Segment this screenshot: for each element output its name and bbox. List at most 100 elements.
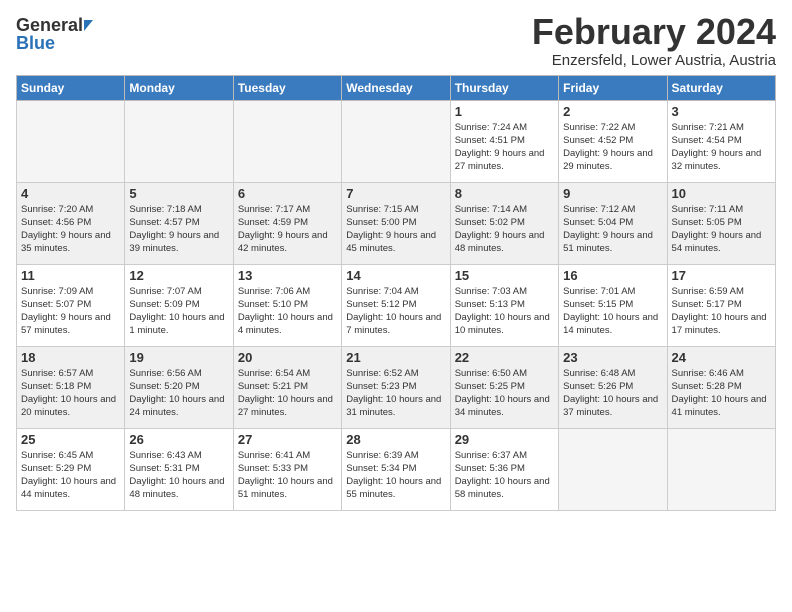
col-tuesday: Tuesday	[233, 75, 341, 100]
day-number: 20	[238, 350, 337, 365]
day-number: 24	[672, 350, 771, 365]
table-row: 3 Sunrise: 7:21 AM Sunset: 4:54 PM Daylig…	[667, 100, 775, 182]
table-row	[342, 100, 450, 182]
calendar-week-row: 4 Sunrise: 7:20 AM Sunset: 4:56 PM Daylig…	[17, 182, 776, 264]
day-number: 27	[238, 432, 337, 447]
title-location: Enzersfeld, Lower Austria, Austria	[532, 52, 776, 69]
table-row: 14 Sunrise: 7:04 AM Sunset: 5:12 PM Dayli…	[342, 264, 450, 346]
table-row: 9 Sunrise: 7:12 AM Sunset: 5:04 PM Daylig…	[559, 182, 667, 264]
table-row: 6 Sunrise: 7:17 AM Sunset: 4:59 PM Daylig…	[233, 182, 341, 264]
table-row: 28 Sunrise: 6:39 AM Sunset: 5:34 PM Dayli…	[342, 428, 450, 510]
table-row: 23Sunrise: 6:48 AM Sunset: 5:26 PM Dayli…	[559, 346, 667, 428]
day-detail: Sunrise: 6:37 AM Sunset: 5:36 PM Dayligh…	[455, 449, 554, 502]
day-number: 4	[21, 186, 120, 201]
table-row: 24 Sunrise: 6:46 AM Sunset: 5:28 PM Dayli…	[667, 346, 775, 428]
table-row: 10Sunrise: 7:11 AM Sunset: 5:05 PM Dayli…	[667, 182, 775, 264]
day-number: 12	[129, 268, 228, 283]
day-number: 11	[21, 268, 120, 283]
day-detail: Sunrise: 6:46 AM Sunset: 5:28 PM Dayligh…	[672, 367, 771, 420]
table-row: 26 Sunrise: 6:43 AM Sunset: 5:31 PM Dayli…	[125, 428, 233, 510]
day-number: 2	[563, 104, 662, 119]
day-number: 3	[672, 104, 771, 119]
calendar: Sunday Monday Tuesday Wednesday Thursday…	[16, 75, 776, 511]
day-detail: Sunrise: 6:43 AM Sunset: 5:31 PM Dayligh…	[129, 449, 228, 502]
table-row	[233, 100, 341, 182]
day-detail: Sunrise: 6:56 AM Sunset: 5:20 PM Dayligh…	[129, 367, 228, 420]
table-row: 19 Sunrise: 6:56 AM Sunset: 5:20 PM Dayli…	[125, 346, 233, 428]
day-detail: Sunrise: 7:15 AM Sunset: 5:00 PM Dayligh…	[346, 203, 445, 256]
day-detail: Sunrise: 6:45 AM Sunset: 5:29 PM Dayligh…	[21, 449, 120, 502]
logo-icon	[84, 20, 93, 31]
table-row: 27 Sunrise: 6:41 AM Sunset: 5:33 PM Dayli…	[233, 428, 341, 510]
day-number: 9	[563, 186, 662, 201]
day-detail: Sunrise: 7:12 AM Sunset: 5:04 PM Dayligh…	[563, 203, 662, 256]
table-row: 13Sunrise: 7:06 AM Sunset: 5:10 PM Dayli…	[233, 264, 341, 346]
table-row: 20Sunrise: 6:54 AM Sunset: 5:21 PM Dayli…	[233, 346, 341, 428]
day-number: 26	[129, 432, 228, 447]
day-number: 23	[563, 350, 662, 365]
calendar-week-row: 11Sunrise: 7:09 AM Sunset: 5:07 PM Dayli…	[17, 264, 776, 346]
table-row	[125, 100, 233, 182]
day-number: 21	[346, 350, 445, 365]
calendar-header-row: Sunday Monday Tuesday Wednesday Thursday…	[17, 75, 776, 100]
col-thursday: Thursday	[450, 75, 558, 100]
table-row: 22 Sunrise: 6:50 AM Sunset: 5:25 PM Dayli…	[450, 346, 558, 428]
table-row: 5 Sunrise: 7:18 AM Sunset: 4:57 PM Daylig…	[125, 182, 233, 264]
table-row: 17Sunrise: 6:59 AM Sunset: 5:17 PM Dayli…	[667, 264, 775, 346]
calendar-week-row: 1 Sunrise: 7:24 AM Sunset: 4:51 PM Daylig…	[17, 100, 776, 182]
col-friday: Friday	[559, 75, 667, 100]
day-number: 1	[455, 104, 554, 119]
day-detail: Sunrise: 7:04 AM Sunset: 5:12 PM Dayligh…	[346, 285, 445, 338]
day-detail: Sunrise: 7:17 AM Sunset: 4:59 PM Dayligh…	[238, 203, 337, 256]
day-number: 14	[346, 268, 445, 283]
title-block: February 2024 Enzersfeld, Lower Austria,…	[532, 12, 776, 69]
page: General Blue February 2024 Enzersfeld, L…	[0, 0, 792, 519]
day-number: 8	[455, 186, 554, 201]
day-detail: Sunrise: 7:03 AM Sunset: 5:13 PM Dayligh…	[455, 285, 554, 338]
day-detail: Sunrise: 7:22 AM Sunset: 4:52 PM Dayligh…	[563, 121, 662, 174]
day-detail: Sunrise: 7:21 AM Sunset: 4:54 PM Dayligh…	[672, 121, 771, 174]
table-row: 16 Sunrise: 7:01 AM Sunset: 5:15 PM Dayli…	[559, 264, 667, 346]
day-detail: Sunrise: 7:01 AM Sunset: 5:15 PM Dayligh…	[563, 285, 662, 338]
day-detail: Sunrise: 6:57 AM Sunset: 5:18 PM Dayligh…	[21, 367, 120, 420]
day-number: 28	[346, 432, 445, 447]
day-number: 15	[455, 268, 554, 283]
table-row	[667, 428, 775, 510]
day-detail: Sunrise: 7:06 AM Sunset: 5:10 PM Dayligh…	[238, 285, 337, 338]
table-row: 11Sunrise: 7:09 AM Sunset: 5:07 PM Dayli…	[17, 264, 125, 346]
table-row: 25 Sunrise: 6:45 AM Sunset: 5:29 PM Dayli…	[17, 428, 125, 510]
day-detail: Sunrise: 7:24 AM Sunset: 4:51 PM Dayligh…	[455, 121, 554, 174]
table-row: 18 Sunrise: 6:57 AM Sunset: 5:18 PM Dayli…	[17, 346, 125, 428]
col-monday: Monday	[125, 75, 233, 100]
day-number: 16	[563, 268, 662, 283]
day-number: 5	[129, 186, 228, 201]
title-month: February 2024	[532, 12, 776, 52]
day-detail: Sunrise: 7:07 AM Sunset: 5:09 PM Dayligh…	[129, 285, 228, 338]
day-detail: Sunrise: 6:39 AM Sunset: 5:34 PM Dayligh…	[346, 449, 445, 502]
day-detail: Sunrise: 6:41 AM Sunset: 5:33 PM Dayligh…	[238, 449, 337, 502]
day-number: 22	[455, 350, 554, 365]
table-row: 2 Sunrise: 7:22 AM Sunset: 4:52 PM Daylig…	[559, 100, 667, 182]
calendar-week-row: 18 Sunrise: 6:57 AM Sunset: 5:18 PM Dayli…	[17, 346, 776, 428]
day-number: 19	[129, 350, 228, 365]
day-number: 18	[21, 350, 120, 365]
col-wednesday: Wednesday	[342, 75, 450, 100]
day-number: 6	[238, 186, 337, 201]
day-number: 25	[21, 432, 120, 447]
table-row	[559, 428, 667, 510]
day-number: 10	[672, 186, 771, 201]
table-row: 21 Sunrise: 6:52 AM Sunset: 5:23 PM Dayli…	[342, 346, 450, 428]
day-detail: Sunrise: 7:18 AM Sunset: 4:57 PM Dayligh…	[129, 203, 228, 256]
day-detail: Sunrise: 6:50 AM Sunset: 5:25 PM Dayligh…	[455, 367, 554, 420]
table-row: 1 Sunrise: 7:24 AM Sunset: 4:51 PM Daylig…	[450, 100, 558, 182]
calendar-week-row: 25 Sunrise: 6:45 AM Sunset: 5:29 PM Dayli…	[17, 428, 776, 510]
day-detail: Sunrise: 7:20 AM Sunset: 4:56 PM Dayligh…	[21, 203, 120, 256]
logo-blue: Blue	[16, 34, 55, 52]
table-row: 8Sunrise: 7:14 AM Sunset: 5:02 PM Daylig…	[450, 182, 558, 264]
day-detail: Sunrise: 6:59 AM Sunset: 5:17 PM Dayligh…	[672, 285, 771, 338]
col-saturday: Saturday	[667, 75, 775, 100]
day-detail: Sunrise: 6:52 AM Sunset: 5:23 PM Dayligh…	[346, 367, 445, 420]
day-number: 7	[346, 186, 445, 201]
table-row: 15 Sunrise: 7:03 AM Sunset: 5:13 PM Dayli…	[450, 264, 558, 346]
table-row: 4 Sunrise: 7:20 AM Sunset: 4:56 PM Daylig…	[17, 182, 125, 264]
